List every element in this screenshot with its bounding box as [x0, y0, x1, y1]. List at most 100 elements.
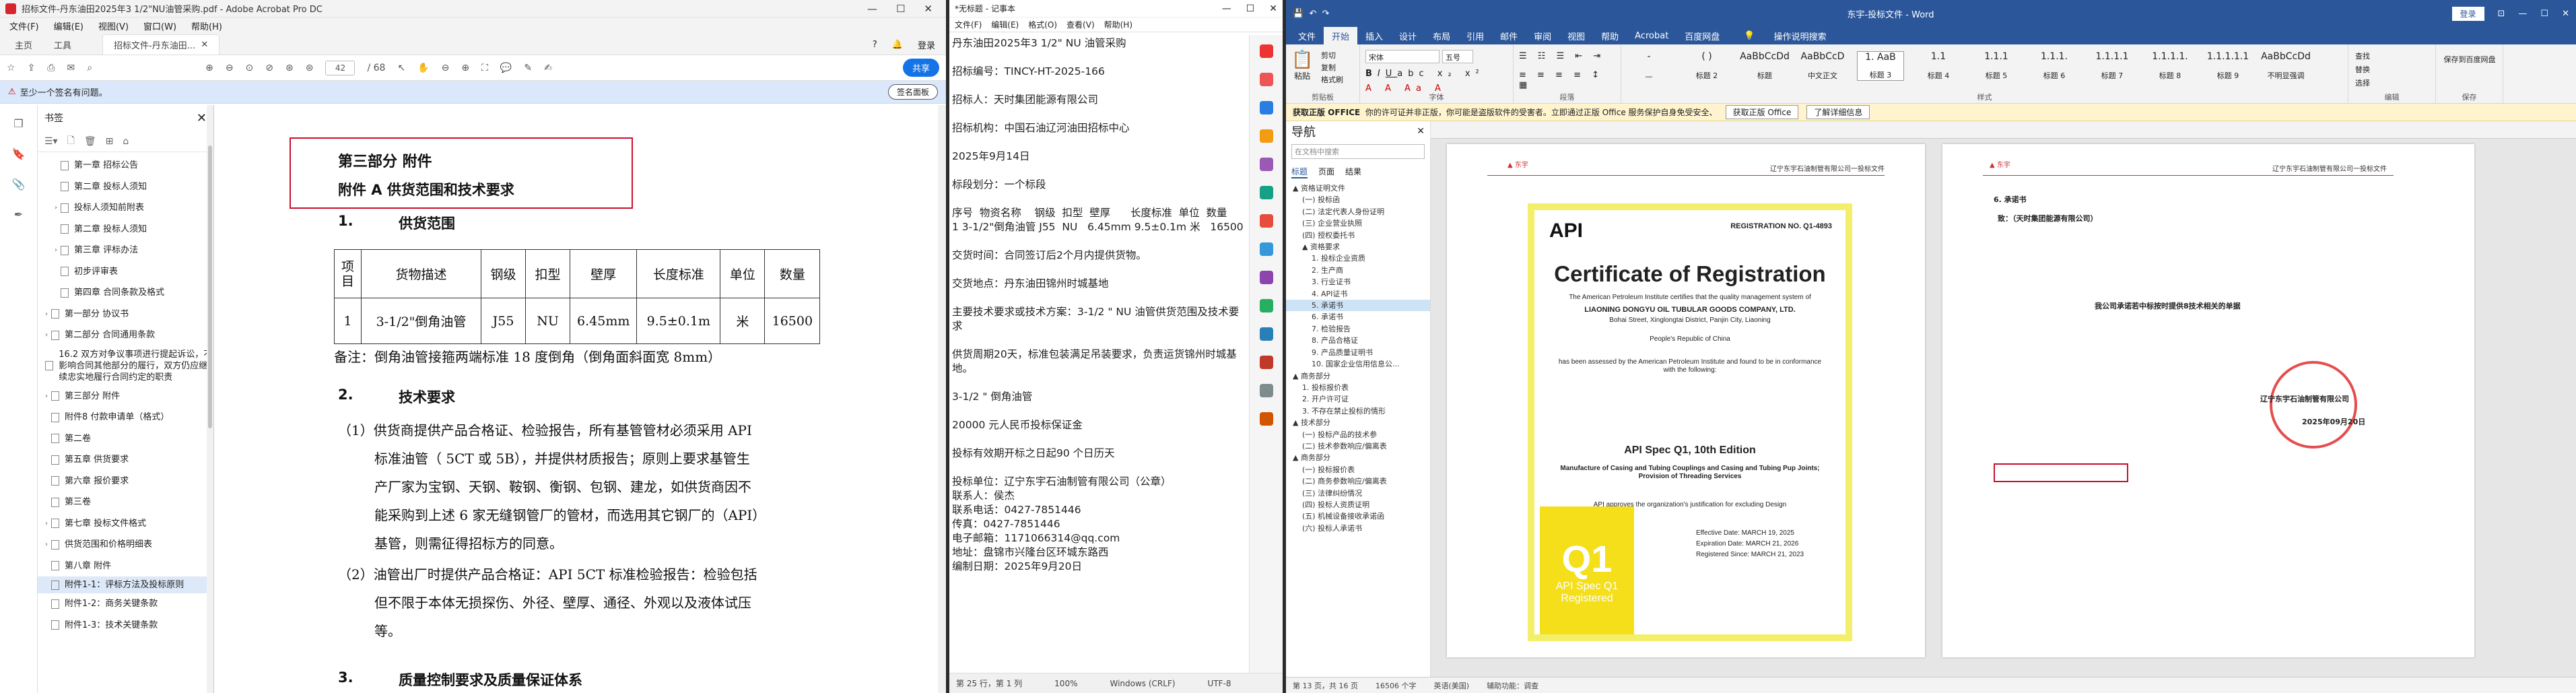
notepad-text-area[interactable]: 丹东油田2025年3 1/2" NU 油管采购 招标编号：TINCY-HT-20…	[949, 35, 1249, 673]
tab-baidu[interactable]: 百度网盘	[1676, 27, 1728, 44]
style-gallery-item[interactable]: - —	[1625, 51, 1672, 81]
style-gallery-item[interactable]: AaBbCcD 中文正文	[1799, 51, 1846, 81]
nav-heading-item[interactable]: 1. 投标企业资质	[1286, 253, 1430, 264]
expand-arrow-icon[interactable]: ›	[42, 325, 51, 346]
nav-heading-item[interactable]: ▲ 商务部分	[1286, 452, 1430, 463]
page-up-icon[interactable]: ⊕	[205, 63, 213, 73]
bookmark-item[interactable]: 附件8 付款申请单（格式）	[38, 407, 213, 428]
app-icon[interactable]	[1259, 412, 1273, 426]
expand-arrow-icon[interactable]: ›	[51, 197, 61, 219]
page-down-icon[interactable]: ⊖	[226, 63, 234, 73]
ribbon-display-icon[interactable]: ⊡	[2498, 9, 2505, 19]
signature-icon[interactable]: ✒	[14, 208, 23, 221]
app-icon[interactable]	[1259, 271, 1273, 284]
cut-button[interactable]: 剪切	[1321, 50, 1343, 62]
tab-review[interactable]: 审阅	[1526, 27, 1559, 44]
get-genuine-button[interactable]: 获取正版 Office	[1725, 105, 1799, 119]
pages-icon[interactable]: ❐	[13, 117, 23, 130]
nav-heading-item[interactable]: 8. 产品合格证	[1286, 335, 1430, 346]
star-icon[interactable]: ☆	[7, 63, 15, 73]
menu-view[interactable]: 查看(V)	[1066, 19, 1095, 30]
nav-heading-item[interactable]: (一) 投标函	[1286, 194, 1430, 205]
nav-heading-item[interactable]: (三) 企业营业执照	[1286, 218, 1430, 229]
options-icon[interactable]: ☰▾	[44, 136, 58, 147]
close-icon[interactable]: ✕	[2562, 9, 2569, 19]
menu-edit[interactable]: 编辑(E)	[991, 19, 1019, 30]
next-page-icon[interactable]: ⊘	[265, 63, 273, 73]
tag-icon[interactable]: ⌂	[123, 136, 129, 147]
new-bookmark-icon[interactable]: 🗋	[67, 133, 75, 150]
tab-acrobat[interactable]: Acrobat	[1627, 27, 1676, 44]
minimize-icon[interactable]: —	[2518, 9, 2527, 19]
expand-arrow-icon[interactable]: ›	[42, 534, 51, 556]
tab-document[interactable]: 招标文件-丹东油田... ✕	[102, 34, 220, 55]
tab-home[interactable]: 主页	[4, 34, 43, 55]
nav-heading-item[interactable]: ▲ 商务部分	[1286, 370, 1430, 382]
nav-tab-headings[interactable]: 标题	[1291, 166, 1308, 178]
menu-view[interactable]: 视图(V)	[98, 20, 129, 32]
nav-search-input[interactable]: 在文档中搜索	[1291, 144, 1425, 159]
nav-heading-item[interactable]: 9. 产品质量证明书	[1286, 347, 1430, 358]
back-icon[interactable]: ⊛	[285, 63, 294, 73]
nav-heading-item[interactable]: (一) 投标产品的技术参	[1286, 429, 1430, 440]
nav-tab-pages[interactable]: 页面	[1318, 166, 1334, 178]
signature-panel-button[interactable]: 签名面板	[887, 84, 938, 100]
document-scrollbar[interactable]	[938, 105, 946, 693]
bookmark-item[interactable]: › 投标人须知前附表	[38, 197, 213, 219]
redo-icon[interactable]: ↷	[1322, 9, 1330, 19]
app-icon[interactable]	[1259, 158, 1273, 171]
style-gallery-item[interactable]: 1.1.1.1 标题 7	[2089, 51, 2136, 81]
prev-page-icon[interactable]: ⊙	[246, 63, 254, 73]
nav-heading-item[interactable]: (四) 授权委托书	[1286, 230, 1430, 241]
print-icon[interactable]: ⎙	[47, 63, 55, 73]
style-gallery-item[interactable]: AaBbCcDd 标题	[1740, 51, 1790, 81]
bookmark-item[interactable]: 第四章 合同条款及格式	[38, 282, 213, 304]
upload-icon[interactable]: ⇪	[28, 63, 36, 73]
style-gallery-item[interactable]: 1.1.1.1.1 标题 9	[2204, 51, 2251, 81]
bookmark-item[interactable]: › 第三章 评标办法	[38, 240, 213, 261]
nav-heading-item[interactable]: 2. 生产商	[1286, 265, 1430, 276]
mail-icon[interactable]: ✉	[67, 63, 75, 73]
nav-heading-item[interactable]: (二) 法定代表人身份证明	[1286, 206, 1430, 218]
style-gallery-item[interactable]: AaBbCcDd 不明显强调	[2261, 51, 2311, 81]
nav-heading-item[interactable]: (四) 投标人资质证明	[1286, 499, 1430, 510]
tab-design[interactable]: 设计	[1391, 27, 1425, 44]
app-icon[interactable]	[1259, 129, 1273, 143]
zoom-out-icon[interactable]: ⊖	[442, 63, 450, 73]
style-gallery-item[interactable]: 1.1 标题 4	[1915, 51, 1962, 81]
app-icon[interactable]	[1259, 384, 1273, 397]
nav-heading-item[interactable]: 7. 检验报告	[1286, 323, 1430, 335]
minimize-icon[interactable]: —	[867, 3, 877, 15]
nav-tab-results[interactable]: 结果	[1345, 166, 1361, 178]
close-icon[interactable]: ✕	[1417, 126, 1425, 137]
comment-icon[interactable]: 💬	[500, 63, 512, 73]
copy-button[interactable]: 复制	[1321, 62, 1343, 74]
fit-icon[interactable]: ⛶	[481, 63, 488, 73]
format-painter-button[interactable]: 格式刷	[1321, 74, 1343, 86]
delete-bookmark-icon[interactable]: 🗑	[84, 136, 96, 147]
bookmark-icon[interactable]: 🔖	[12, 147, 26, 160]
bookmark-item[interactable]: 附件1-3：技术关键条款	[38, 615, 213, 636]
nav-heading-item[interactable]: 3. 行业证书	[1286, 276, 1430, 288]
expand-icon[interactable]: ⊞	[106, 136, 114, 147]
tab-file[interactable]: 文件	[1290, 27, 1324, 44]
bookmark-item[interactable]: 附件1-1：评标方法及投标原则	[38, 576, 213, 593]
app-icon[interactable]	[1259, 327, 1273, 341]
nav-heading-item[interactable]: ▲ 技术部分	[1286, 417, 1430, 428]
menu-format[interactable]: 格式(O)	[1028, 19, 1057, 30]
nav-heading-item[interactable]: (二) 技术参数响应/偏离表	[1286, 440, 1430, 452]
expand-arrow-icon[interactable]: ›	[42, 513, 51, 535]
menu-window[interactable]: 窗口(W)	[143, 20, 176, 32]
style-gallery-item[interactable]: 1.1.1.1. 标题 8	[2146, 51, 2194, 81]
close-icon[interactable]: ✕	[924, 3, 933, 15]
close-panel-icon[interactable]: ✕	[197, 111, 207, 125]
bookmark-item[interactable]: › 第三部分 附件	[38, 386, 213, 407]
search-icon[interactable]: ⌕	[87, 63, 92, 73]
bookmark-item[interactable]: 初步评审表	[38, 261, 213, 283]
select-button[interactable]: 选择	[2355, 77, 2370, 90]
pen-icon[interactable]: ✎	[524, 63, 532, 73]
style-gallery-item[interactable]: 1.1.1. 标题 6	[2031, 51, 2078, 81]
login-button[interactable]: 登录	[2451, 6, 2484, 21]
style-gallery-item[interactable]: 1. AaB 标题 3	[1857, 51, 1904, 81]
app-icon[interactable]	[1259, 299, 1273, 312]
